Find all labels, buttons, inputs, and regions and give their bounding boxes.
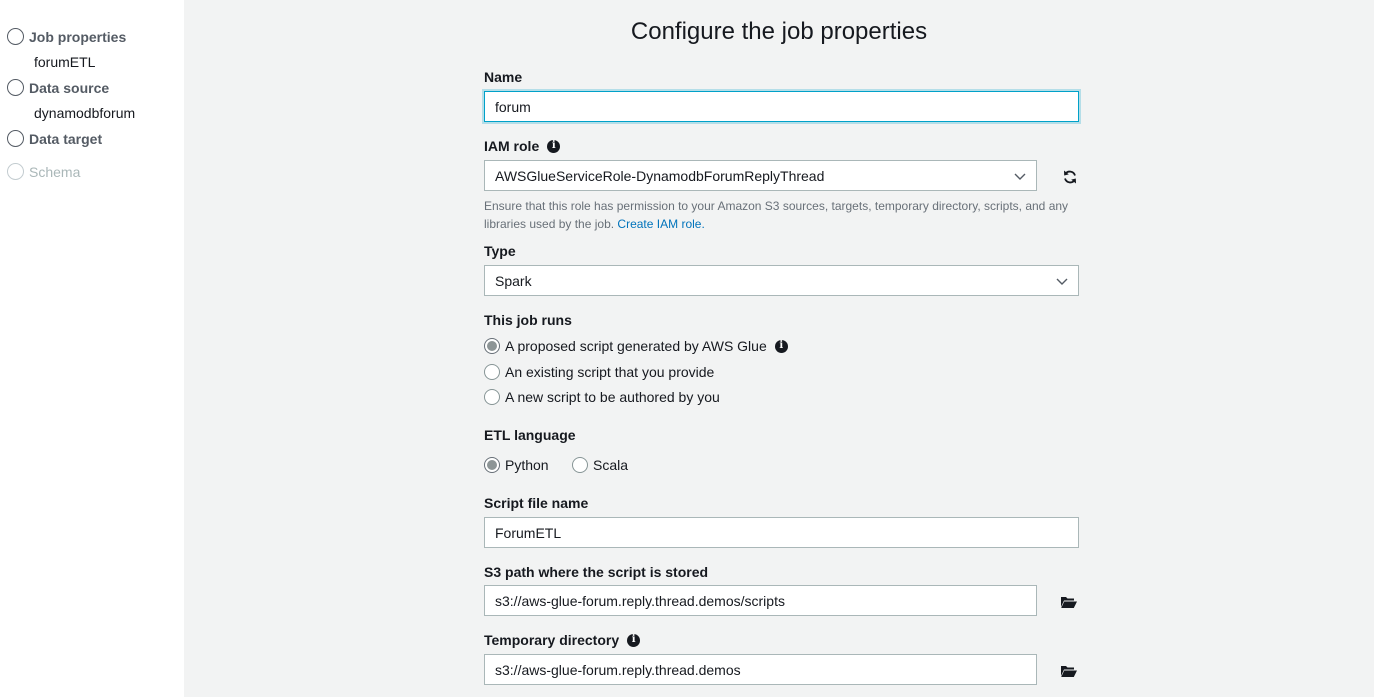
name-label: Name bbox=[484, 69, 522, 85]
step-label: Schema bbox=[29, 163, 81, 180]
radio-button[interactable] bbox=[572, 457, 588, 473]
job-runs-option-existing[interactable]: An existing script that you provide bbox=[484, 364, 714, 380]
step-job-properties[interactable]: Job properties bbox=[7, 28, 126, 45]
type-select[interactable]: Spark bbox=[484, 265, 1079, 296]
create-iam-role-link[interactable]: Create IAM role. bbox=[617, 217, 704, 231]
step-data-target[interactable]: Data target bbox=[7, 130, 102, 147]
step-label: Data target bbox=[29, 130, 103, 147]
refresh-icon[interactable] bbox=[1060, 167, 1080, 187]
main-content: Configure the job properties Name IAM ro… bbox=[184, 0, 1374, 697]
etl-language-label-text: ETL language bbox=[484, 427, 576, 443]
job-runs-option-proposed[interactable]: A proposed script generated by AWS Glue … bbox=[484, 338, 788, 354]
step-circle-icon bbox=[7, 130, 24, 147]
info-icon[interactable]: i bbox=[547, 139, 561, 153]
radio-label: A proposed script generated by AWS Glue bbox=[505, 338, 767, 354]
chevron-down-icon bbox=[1014, 173, 1026, 180]
step-circle-icon bbox=[7, 28, 24, 45]
script-file-input[interactable] bbox=[484, 517, 1079, 548]
s3-path-label: S3 path where the script is stored bbox=[484, 564, 708, 580]
s3-path-label-text: S3 path where the script is stored bbox=[484, 564, 709, 580]
etl-language-option-scala[interactable]: Scala bbox=[572, 457, 628, 473]
radio-button[interactable] bbox=[484, 457, 500, 473]
wizard-sidebar: Job properties forumETL Data source dyna… bbox=[0, 0, 184, 697]
radio-label: Scala bbox=[593, 457, 629, 473]
iam-role-select[interactable]: AWSGlueServiceRole-DynamodbForumReplyThr… bbox=[484, 160, 1037, 191]
step-circle-icon bbox=[7, 163, 24, 180]
step-value-job-name: forumETL bbox=[34, 54, 96, 70]
step-label: Job properties bbox=[29, 28, 127, 45]
page-title: Configure the job properties bbox=[630, 18, 928, 45]
radio-button[interactable] bbox=[484, 364, 500, 380]
step-data-source[interactable]: Data source bbox=[7, 79, 109, 96]
folder-open-icon[interactable] bbox=[1059, 592, 1079, 612]
script-file-label: Script file name bbox=[484, 495, 588, 511]
radio-button[interactable] bbox=[484, 389, 500, 405]
iam-role-help: Ensure that this role has permission to … bbox=[484, 197, 1084, 233]
iam-role-value: AWSGlueServiceRole-DynamodbForumReplyThr… bbox=[495, 167, 825, 184]
type-label-text: Type bbox=[484, 243, 516, 259]
step-circle-icon bbox=[7, 79, 24, 96]
radio-button[interactable] bbox=[484, 338, 500, 354]
temp-dir-input[interactable] bbox=[484, 654, 1037, 685]
info-icon[interactable]: i bbox=[627, 633, 641, 647]
chevron-down-icon bbox=[1056, 278, 1068, 285]
step-schema: Schema bbox=[7, 163, 80, 180]
iam-role-help-text: Ensure that this role has permission to … bbox=[484, 199, 1069, 231]
etl-language-option-python[interactable]: Python bbox=[484, 457, 549, 473]
iam-role-label: IAM role i bbox=[484, 138, 561, 154]
script-file-label-text: Script file name bbox=[484, 495, 589, 511]
step-label: Data source bbox=[29, 79, 110, 96]
job-runs-option-new[interactable]: A new script to be authored by you bbox=[484, 389, 720, 405]
job-runs-label-text: This job runs bbox=[484, 312, 572, 328]
name-label-text: Name bbox=[484, 69, 523, 85]
job-runs-label: This job runs bbox=[484, 312, 572, 328]
radio-label: An existing script that you provide bbox=[505, 364, 715, 380]
temp-dir-label: Temporary directory i bbox=[484, 632, 641, 648]
step-value-data-source: dynamodbforum bbox=[34, 105, 136, 121]
radio-label: A new script to be authored by you bbox=[505, 389, 720, 405]
type-value: Spark bbox=[495, 272, 532, 289]
iam-role-label-text: IAM role bbox=[484, 138, 540, 154]
s3-path-input[interactable] bbox=[484, 585, 1037, 616]
info-icon[interactable]: i bbox=[774, 339, 788, 353]
radio-label: Python bbox=[505, 457, 549, 473]
name-input[interactable] bbox=[484, 91, 1079, 122]
temp-dir-label-text: Temporary directory bbox=[484, 632, 620, 648]
type-label: Type bbox=[484, 243, 516, 259]
folder-open-icon[interactable] bbox=[1059, 661, 1079, 681]
etl-language-label: ETL language bbox=[484, 427, 576, 443]
